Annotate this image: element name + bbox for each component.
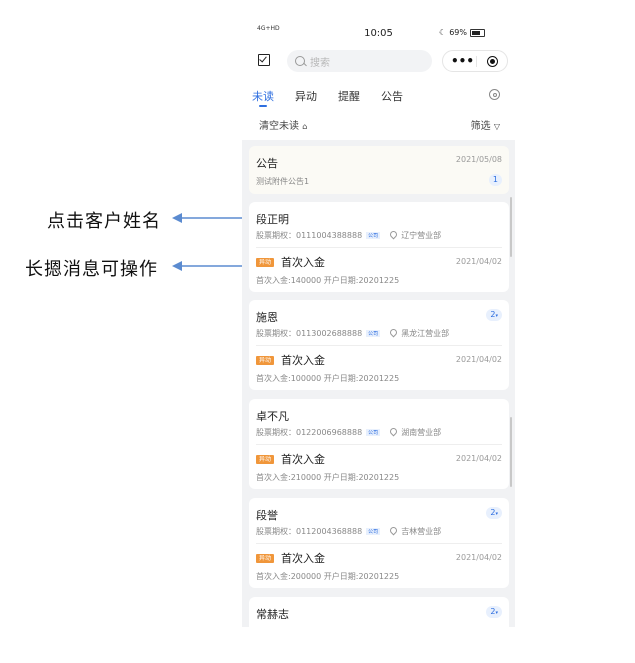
- event-date: 2021/04/02: [455, 553, 502, 562]
- account-number: 股票期权：0112004368888: [256, 527, 363, 536]
- search-input[interactable]: 搜索: [287, 50, 432, 72]
- battery-indicator: ☾ 69%: [439, 28, 485, 37]
- clear-unread-label: 清空未读: [259, 121, 299, 132]
- location-icon: [388, 229, 399, 240]
- check-task-icon[interactable]: [258, 54, 270, 66]
- scrollbar[interactable]: [510, 197, 512, 257]
- event-title: 首次入金: [281, 354, 325, 367]
- customer-card[interactable]: 常赫志 2▾: [249, 597, 509, 627]
- message-count-badge[interactable]: 2▾: [486, 309, 502, 321]
- annotation-arrow-2: [172, 261, 242, 271]
- event-detail: 首次入金:200000 开户日期:20201225: [256, 572, 400, 581]
- customer-card[interactable]: 卓不凡 股票期权：0122006968888 公司 湖南营业部 异动 首次入金 20…: [249, 399, 509, 489]
- event-date: 2021/04/02: [455, 355, 502, 364]
- customer-name[interactable]: 段正明: [256, 211, 289, 227]
- location-icon: [388, 426, 399, 437]
- customer-name[interactable]: 施恩: [256, 309, 278, 325]
- miniprogram-capsule: •••: [442, 50, 508, 72]
- customer-account-row: 股票期权：0112004368888 公司 吉林营业部: [256, 525, 442, 537]
- tab-change[interactable]: 异动: [295, 88, 317, 104]
- location-icon: [388, 525, 399, 536]
- customer-account-row: 股票期权：0111004388888 公司 辽宁营业部: [256, 229, 442, 241]
- customer-account-row: 股票期权：0113002688888 公司 黑龙江营业部: [256, 327, 450, 339]
- company-tag: 公司: [366, 232, 381, 239]
- moon-icon: ☾: [439, 28, 447, 37]
- location-icon: [388, 327, 399, 338]
- company-tag: 公司: [366, 330, 381, 337]
- branch-name: 吉林营业部: [401, 527, 442, 536]
- event-tag: 异动: [256, 258, 275, 267]
- scrollbar-track: [510, 417, 512, 487]
- event-title: 首次入金: [281, 453, 325, 466]
- battery-level: 69%: [449, 28, 467, 37]
- more-icon[interactable]: •••: [451, 54, 474, 68]
- event-detail: 首次入金:140000 开户日期:20201225: [256, 276, 400, 285]
- message-count-badge[interactable]: 2▾: [486, 606, 502, 618]
- customer-card[interactable]: 段誉 2▾ 股票期权：0112004368888 公司 吉林营业部 异动 首次入金 …: [249, 498, 509, 588]
- company-tag: 公司: [366, 528, 381, 535]
- branch-name: 黑龙江营业部: [401, 329, 450, 338]
- annotation-click-name: 点击客户姓名: [47, 211, 161, 232]
- branch-name: 湖南营业部: [401, 428, 442, 437]
- notice-subtitle: 测试附件公告1: [256, 177, 310, 186]
- customer-card[interactable]: 施恩 2▾ 股票期权：0113002688888 公司 黑龙江营业部 异动 首次入金…: [249, 300, 509, 390]
- account-number: 股票期权：0113002688888: [256, 329, 363, 338]
- branch-name: 辽宁营业部: [401, 231, 442, 240]
- account-number: 股票期权：0122006968888: [256, 428, 363, 437]
- event-tag: 异动: [256, 554, 275, 563]
- customer-card[interactable]: 段正明 股票期权：0111004388888 公司 辽宁营业部 异动 首次入金 20…: [249, 202, 509, 292]
- event-date: 2021/04/02: [455, 454, 502, 463]
- event-tag: 异动: [256, 455, 275, 464]
- tab-unread[interactable]: 未读: [252, 88, 274, 107]
- message-count-badge[interactable]: 2▾: [486, 507, 502, 519]
- customer-name[interactable]: 常赫志: [256, 606, 289, 622]
- customer-account-row: 股票期权：0122006968888 公司 湖南营业部: [256, 426, 442, 438]
- event-title: 首次入金: [281, 552, 325, 565]
- customer-name[interactable]: 卓不凡: [256, 408, 289, 424]
- status-bar: 4G+HD 10:05 ☾ 69%: [242, 22, 515, 44]
- event-title: 首次入金: [281, 256, 325, 269]
- event-date: 2021/04/02: [455, 257, 502, 266]
- customer-name[interactable]: 段誉: [256, 507, 278, 523]
- battery-icon: [470, 28, 485, 37]
- tab-bar: 未读 异动 提醒 公告: [252, 88, 424, 107]
- clear-unread-button[interactable]: 清空未读 ⌂: [259, 117, 307, 132]
- notice-title: 公告: [256, 157, 278, 170]
- tab-reminder[interactable]: 提醒: [338, 88, 360, 104]
- toolbar: 清空未读 ⌂ 筛选 ▽: [242, 110, 515, 138]
- search-icon: [295, 56, 305, 66]
- event-detail: 首次入金:100000 开户日期:20201225: [256, 374, 400, 383]
- event-tag: 异动: [256, 356, 275, 365]
- phone-screen: 4G+HD 10:05 ☾ 69% 搜索 ••• 未读 异动 提醒 公告 清空未…: [242, 22, 515, 627]
- search-placeholder: 搜索: [310, 57, 330, 69]
- notice-card[interactable]: 公告 2021/05/08 测试附件公告1 1: [249, 146, 509, 194]
- settings-icon[interactable]: [489, 89, 500, 100]
- close-miniprogram-icon[interactable]: [487, 56, 498, 67]
- filter-icon: ▽: [493, 122, 500, 131]
- annotation-arrow-1: [172, 213, 242, 223]
- tab-notice[interactable]: 公告: [381, 88, 403, 104]
- filter-button[interactable]: 筛选 ▽: [471, 117, 500, 132]
- company-tag: 公司: [366, 429, 381, 436]
- broom-icon: ⌂: [302, 122, 308, 131]
- event-detail: 首次入金:210000 开户日期:20201225: [256, 473, 400, 482]
- filter-label: 筛选: [470, 121, 491, 132]
- notice-count-badge: 1: [488, 174, 502, 186]
- notice-date: 2021/05/08: [455, 155, 502, 164]
- account-number: 股票期权：0111004388888: [256, 231, 363, 240]
- annotation-long-press: 长摁消息可操作: [25, 259, 158, 280]
